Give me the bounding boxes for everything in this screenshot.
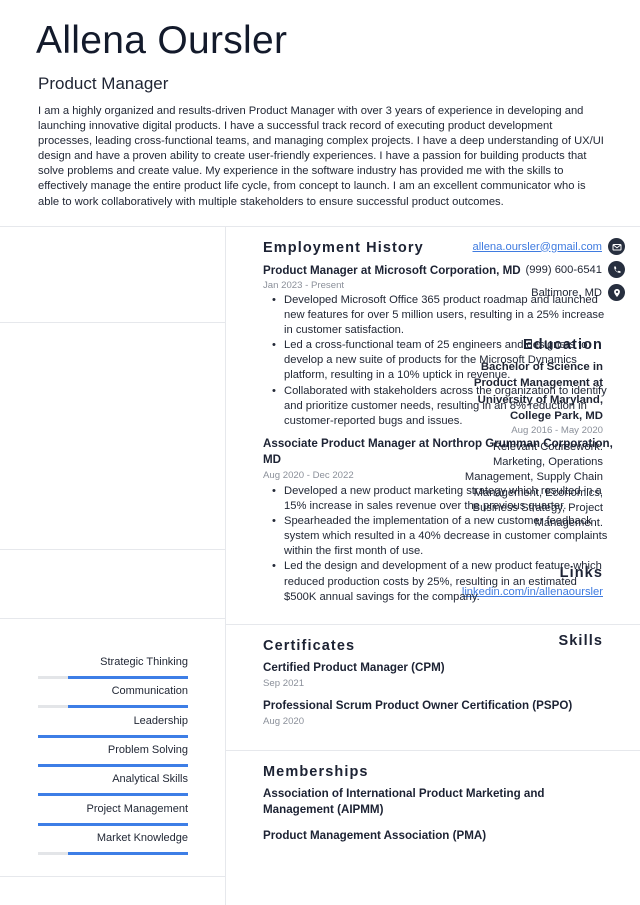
skill-level-bar [38, 851, 188, 855]
links-divider [0, 618, 225, 619]
skill-name: Leadership [133, 714, 188, 727]
contact-divider [0, 322, 225, 323]
job-bullet: Led the design and development of a new … [270, 559, 610, 604]
skill-item: Problem Solving [38, 743, 188, 767]
skill-name: Communication [111, 685, 188, 698]
skill-item: Project Management [38, 802, 188, 826]
certificates-divider [226, 750, 640, 751]
job-date: Aug 2020 - Dec 2022 [263, 470, 354, 481]
skill-level-bar [38, 822, 188, 826]
skill-level-fill [68, 705, 188, 709]
certificate-date: Sep 2021 [263, 678, 305, 689]
skill-level-fill [38, 793, 188, 797]
skill-item: Analytical Skills [38, 772, 188, 797]
certificates-heading: Certificates [263, 638, 356, 654]
membership-item: Product Management Association (PMA) [263, 829, 487, 842]
certificate-name: Certified Product Manager (CPM) [263, 661, 445, 674]
job-bullet: Developed Microsoft Office 365 product r… [270, 293, 610, 338]
skill-level-bar [38, 763, 188, 767]
skill-level-fill [38, 734, 188, 738]
candidate-name: Allena Oursler [36, 19, 288, 62]
skill-name: Market Knowledge [96, 831, 188, 844]
skill-item: Strategic Thinking [38, 655, 188, 679]
skill-level-fill [68, 851, 188, 855]
job-bullet: Collaborated with stakeholders across th… [270, 384, 610, 429]
skill-level-bar [38, 676, 188, 679]
education-divider [0, 549, 225, 550]
job-bullets: Developed Microsoft Office 365 product r… [270, 293, 610, 429]
contact-email: allena.oursler@gmail.com [473, 238, 625, 255]
column-divider [225, 227, 226, 905]
profile-summary: I am a highly organized and results-driv… [38, 105, 604, 208]
skill-item: Market Knowledge [38, 831, 188, 855]
membership-item: Association of International Product Mar… [263, 787, 545, 817]
skill-level-bar [38, 705, 188, 709]
memberships-heading: Memberships [263, 764, 369, 780]
employment-heading: Employment History [263, 240, 424, 256]
skill-name: Problem Solving [107, 743, 188, 756]
skills-heading: Skills [558, 633, 603, 649]
job-bullet: Spearheaded the implementation of a new … [270, 514, 610, 559]
certificate-date: Aug 2020 [263, 716, 305, 727]
job-title: Associate Product Manager at Northrop Gr… [263, 437, 613, 467]
envelope-icon [608, 238, 625, 255]
skill-name: Strategic Thinking [100, 656, 188, 668]
header-divider [0, 226, 640, 227]
job-bullet: Led a cross-functional team of 25 engine… [270, 338, 610, 383]
skill-name: Analytical Skills [112, 773, 188, 786]
employment-divider [226, 624, 640, 625]
job-role: Product Manager [38, 74, 169, 93]
resume-header: Allena Oursler Product Manager I am a hi… [0, 0, 640, 226]
skill-level-fill [68, 676, 188, 679]
skills-divider [0, 876, 225, 877]
certificate-name: Professional Scrum Product Owner Certifi… [263, 699, 573, 712]
skill-name: Project Management [86, 802, 189, 815]
skill-level-bar [38, 793, 188, 797]
skill-level-fill [38, 763, 188, 767]
skill-level-bar [38, 734, 188, 738]
email-link[interactable]: allena.oursler@gmail.com [473, 241, 603, 253]
job-bullet: Developed a new product marketing strate… [270, 484, 610, 514]
skill-item: Communication [38, 684, 188, 709]
skill-level-fill [38, 822, 188, 826]
job-title: Product Manager at Microsoft Corporation… [263, 264, 521, 277]
skill-item: Leadership [38, 714, 188, 738]
job-bullets: Developed a new product marketing strate… [270, 484, 610, 605]
job-date: Jan 2023 - Present [263, 280, 345, 291]
map-pin-icon [608, 284, 625, 301]
